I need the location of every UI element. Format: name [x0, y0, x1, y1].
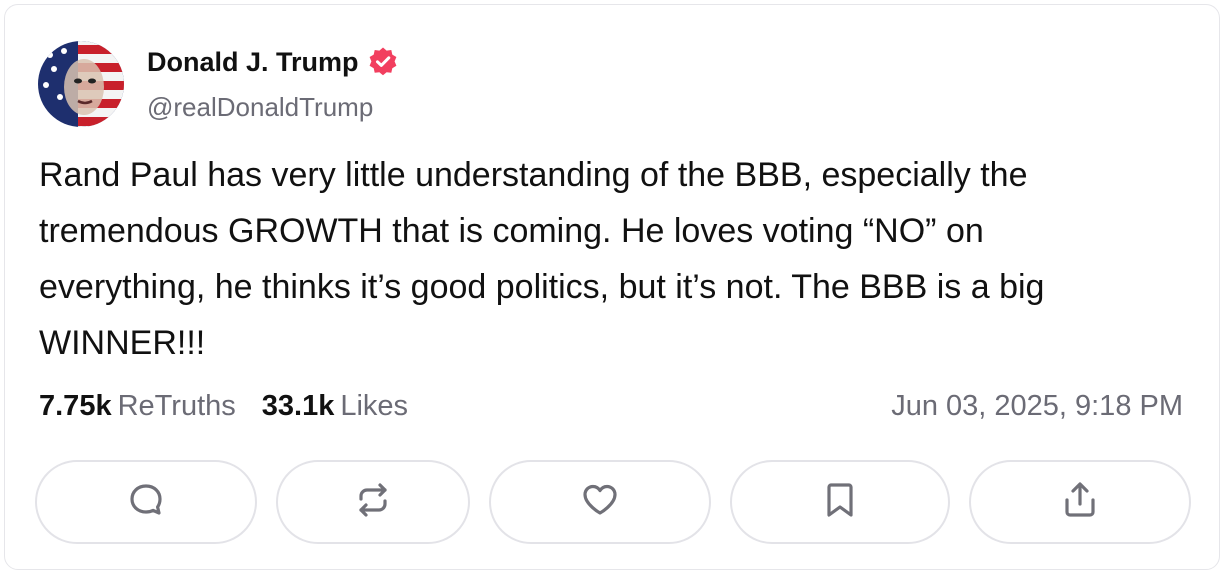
post-stats: 7.75k ReTruths 33.1k Likes: [39, 390, 408, 423]
reply-button[interactable]: [35, 460, 257, 544]
retruths-count: 7.75k: [39, 390, 112, 422]
likes-count: 33.1k: [261, 390, 335, 422]
heart-icon: [580, 480, 620, 525]
author-handle[interactable]: @realDonaldTrump: [147, 92, 373, 123]
likes-stat[interactable]: 33.1k Likes: [262, 390, 408, 423]
author-display-name[interactable]: Donald J. Trump: [147, 47, 359, 78]
share-icon: [1060, 480, 1100, 525]
post-timestamp[interactable]: Jun 03, 2025, 9:18 PM: [891, 390, 1183, 423]
retruths-label: ReTruths: [117, 390, 236, 422]
verified-badge-icon: [367, 46, 399, 78]
avatar[interactable]: [38, 41, 124, 127]
bookmark-button[interactable]: [730, 460, 950, 544]
author-name-row: Donald J. Trump: [147, 46, 399, 78]
retruth-icon: [353, 480, 393, 525]
share-button[interactable]: [969, 460, 1191, 544]
post-text: Rand Paul has very little understanding …: [39, 156, 1045, 362]
avatar-image: [38, 41, 124, 127]
post-actions: [35, 460, 1191, 544]
bookmark-icon: [820, 480, 860, 525]
likes-label: Likes: [340, 390, 409, 422]
retruth-button[interactable]: [276, 460, 470, 544]
post-card: Donald J. Trump @realDonaldTrump Rand Pa…: [4, 4, 1220, 570]
retruths-stat[interactable]: 7.75k ReTruths: [39, 390, 236, 423]
like-button[interactable]: [489, 460, 711, 544]
reply-icon: [126, 480, 166, 525]
